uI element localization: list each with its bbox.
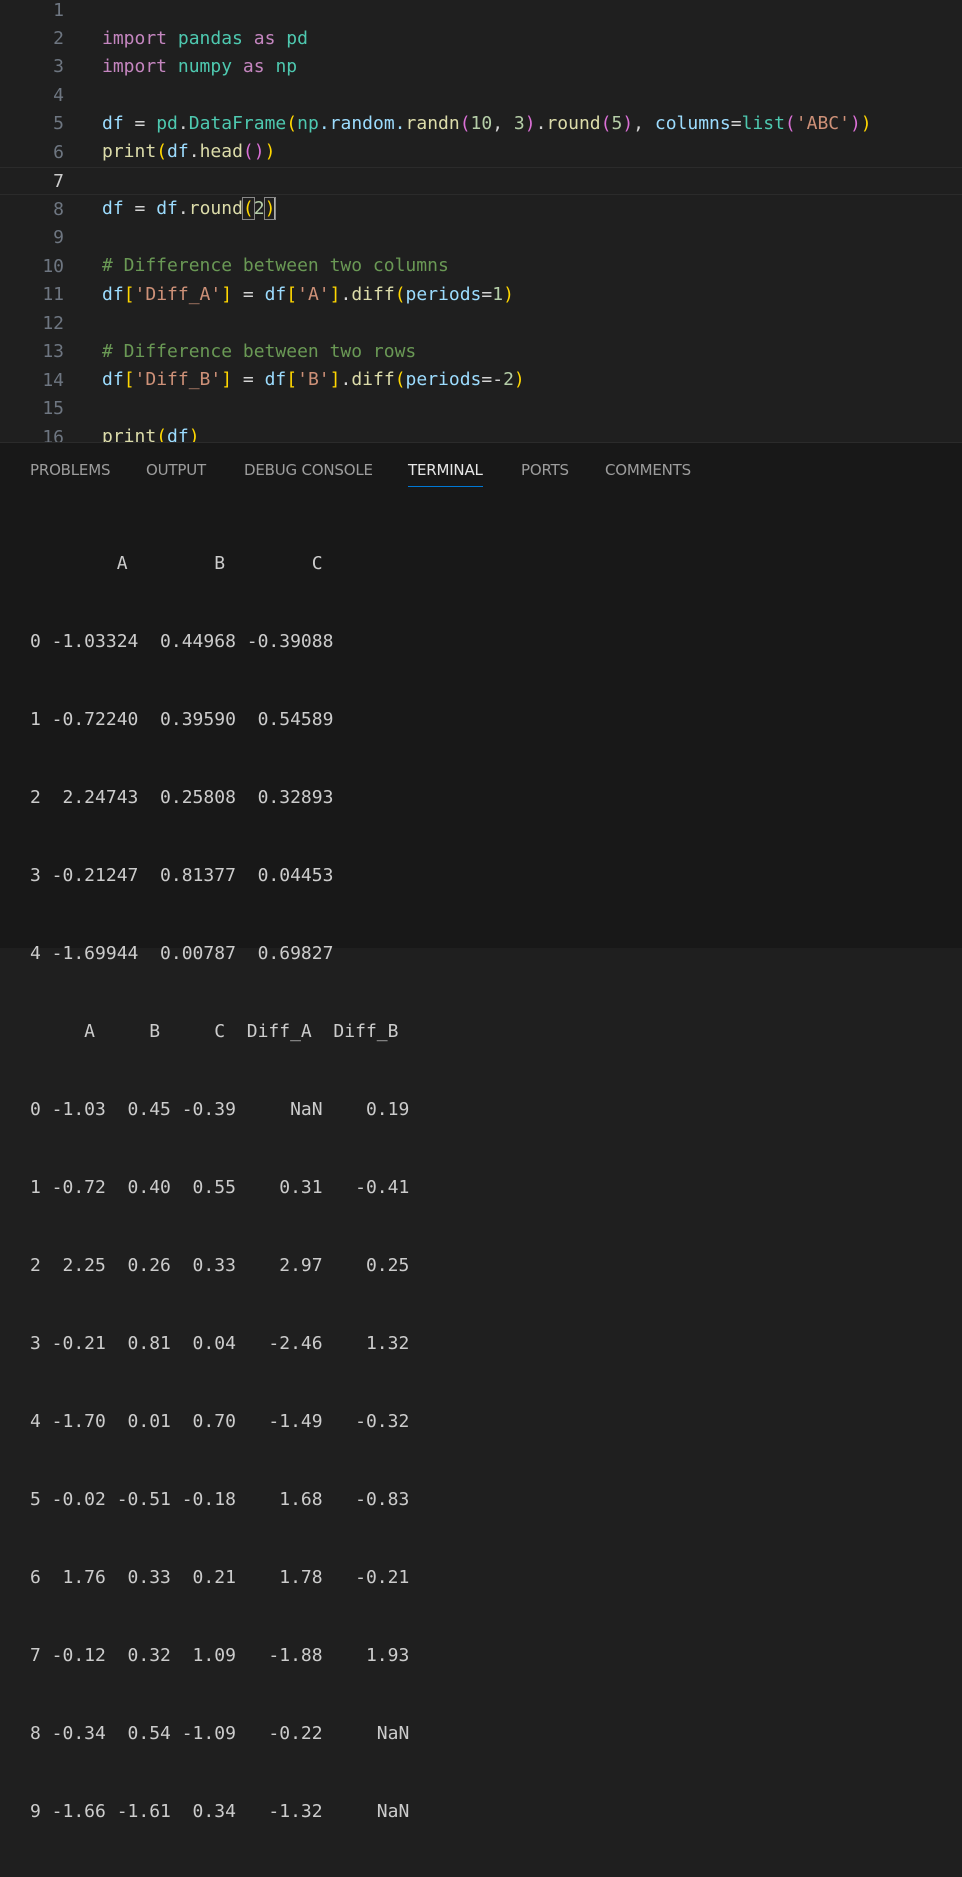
code-token: = <box>481 284 493 305</box>
code-token: head <box>199 141 243 162</box>
code-token: ) <box>513 369 525 390</box>
code-token: df <box>102 284 124 305</box>
code-token: diff <box>351 284 395 305</box>
code-line: # Difference between two columns <box>0 224 962 276</box>
terminal-line: 7 -0.12 0.32 1.09 -1.88 1.93 <box>30 1645 410 1666</box>
terminal-line: 4 -1.70 0.01 0.70 -1.49 -0.32 <box>30 1411 410 1432</box>
code-token: ( <box>241 197 255 220</box>
terminal-line: 2 2.25 0.26 0.33 2.97 0.25 <box>30 1255 410 1276</box>
code-token: =- <box>481 369 504 390</box>
terminal-line: 1 -0.72 0.40 0.55 0.31 -0.41 <box>30 1177 410 1198</box>
code-token: df <box>167 426 189 442</box>
code-token: . <box>340 369 352 390</box>
terminal-line: 0 -1.03324 0.44968 -0.39088 <box>30 631 334 652</box>
code-editor[interactable]: 1 2 3 4 5 6 7 8 9 10 11 12 13 14 15 16 i… <box>0 0 962 442</box>
tab-debug-console[interactable]: DEBUG CONSOLE <box>244 461 373 479</box>
terminal-line: 4 -1.69944 0.00787 0.69827 <box>30 943 334 964</box>
code-token: ] <box>221 284 233 305</box>
text-cursor <box>274 198 277 220</box>
code-token: df <box>264 284 287 305</box>
panel-tabs: PROBLEMS OUTPUT DEBUG CONSOLE TERMINAL P… <box>0 443 962 495</box>
code-token: ] <box>221 369 233 390</box>
code-token: = <box>232 369 265 390</box>
code-line: df['Diff_A'] = df['A'].diff(periods=1) <box>0 253 962 305</box>
code-token: ] <box>329 369 341 390</box>
code-token: diff <box>351 369 395 390</box>
terminal-line: 5 -0.02 -0.51 -0.18 1.68 -0.83 <box>30 1489 410 1510</box>
tab-comments[interactable]: COMMENTS <box>605 461 691 479</box>
code-token: df <box>264 369 287 390</box>
code-token: 'A' <box>297 284 330 305</box>
code-line: print(df) <box>0 395 962 442</box>
terminal-line: 8 -0.34 0.54 -1.09 -0.22 NaN <box>30 1723 410 1744</box>
code-token: 1 <box>492 284 504 305</box>
code-line: import numpy as np <box>0 25 962 77</box>
terminal-line: 3 -0.21 0.81 0.04 -2.46 1.32 <box>30 1333 410 1354</box>
code-token: () <box>242 141 265 162</box>
code-token: [ <box>286 284 298 305</box>
terminal-line: 1 -0.72240 0.39590 0.54589 <box>30 709 334 730</box>
code-token: df <box>102 198 124 219</box>
code-token: [ <box>123 369 135 390</box>
code-line: df = df.round(2) <box>0 167 962 220</box>
code-token: . <box>177 198 189 219</box>
code-token: 'Diff_B' <box>134 369 222 390</box>
tab-ports[interactable]: PORTS <box>521 461 569 479</box>
code-token: 'Diff_A' <box>134 284 222 305</box>
terminal-line: 6 1.76 0.33 0.21 1.78 -0.21 <box>30 1567 410 1588</box>
tab-terminal[interactable]: TERMINAL <box>408 461 483 487</box>
terminal-line: A B C <box>30 553 323 574</box>
code-token: ( <box>156 426 168 442</box>
code-token: . <box>340 284 352 305</box>
code-token: 2 <box>503 369 514 390</box>
code-line: df = pd.DataFrame(np.random.randn(10, 3)… <box>0 82 962 134</box>
terminal-line: 2 2.24743 0.25808 0.32893 <box>30 787 334 808</box>
code-token: print <box>102 426 157 442</box>
code-token: ) <box>188 426 200 442</box>
code-token: periods <box>405 369 482 390</box>
code-line: df['Diff_B'] = df['B'].diff(periods=-2) <box>0 338 962 390</box>
code-token: [ <box>123 284 135 305</box>
code-token: ] <box>329 284 341 305</box>
code-line: print(df.head()) <box>0 110 962 162</box>
code-token: print <box>102 141 157 162</box>
terminal-line: 9 -1.66 -1.61 0.34 -1.32 NaN <box>30 1801 410 1822</box>
code-token: . <box>188 141 200 162</box>
code-token: np <box>275 56 298 77</box>
terminal-line: 0 -1.03 0.45 -0.39 NaN 0.19 <box>30 1099 410 1120</box>
code-token: df <box>102 369 124 390</box>
terminal-line: 3 -0.21247 0.81377 0.04453 <box>30 865 334 886</box>
code-token: [ <box>286 369 298 390</box>
code-token: as <box>242 56 265 77</box>
code-token: 'B' <box>297 369 330 390</box>
code-token: numpy <box>177 56 233 77</box>
bottom-panel: PROBLEMS OUTPUT DEBUG CONSOLE TERMINAL P… <box>0 442 962 1822</box>
code-token: periods <box>405 284 482 305</box>
terminal-line: A B C Diff_A Diff_B <box>30 1021 399 1042</box>
code-token: = <box>232 284 265 305</box>
code-line: # Difference between two rows <box>0 310 962 362</box>
tab-problems[interactable]: PROBLEMS <box>30 461 110 479</box>
code-token: ( <box>156 141 168 162</box>
code-token: = <box>123 198 157 219</box>
code-token: df <box>167 141 189 162</box>
code-token: ) <box>503 284 514 305</box>
code-token: 2 <box>253 198 265 219</box>
tab-output[interactable]: OUTPUT <box>146 461 206 479</box>
code-token: ( <box>394 284 406 305</box>
terminal-output[interactable]: A B C 0 -1.03324 0.44968 -0.39088 1 -0.7… <box>30 499 930 1877</box>
code-token: df <box>156 198 178 219</box>
code-token: ) <box>264 141 276 162</box>
code-line: import pandas as pd <box>0 0 962 49</box>
code-token: round <box>188 198 243 219</box>
code-token: import <box>102 56 168 77</box>
code-token: ( <box>394 369 406 390</box>
